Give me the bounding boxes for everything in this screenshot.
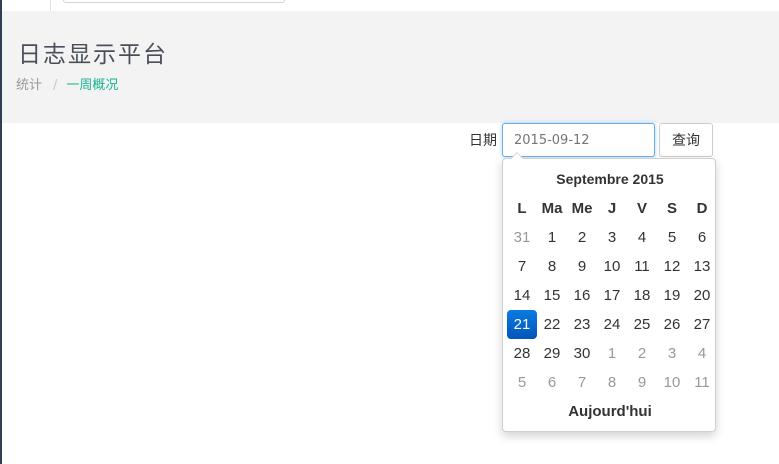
datepicker-grid: L Ma Me J V S D 31 1 2 3 4 5 6 7 8 9 10 11 12 13 14 15 16 17 18 19… xyxy=(507,194,717,397)
day-cell[interactable]: 18 xyxy=(627,281,657,310)
day-cell[interactable]: 6 xyxy=(687,223,717,252)
week-row: 28 29 30 1 2 3 4 xyxy=(507,339,717,368)
day-cell[interactable]: 4 xyxy=(687,339,717,368)
page-header: 日志显示平台 统计 / 一周概况 xyxy=(2,11,779,123)
day-cell[interactable]: 7 xyxy=(507,252,537,281)
day-cell[interactable]: 29 xyxy=(537,339,567,368)
day-cell[interactable]: 11 xyxy=(627,252,657,281)
day-cell[interactable]: 2 xyxy=(627,339,657,368)
query-button[interactable]: 查询 xyxy=(659,123,713,157)
day-cell[interactable]: 26 xyxy=(657,310,687,339)
day-cell[interactable]: 30 xyxy=(567,339,597,368)
weekday-label: D xyxy=(696,200,708,217)
day-cell[interactable]: 22 xyxy=(537,310,567,339)
weekday-label: J xyxy=(607,200,617,217)
day-cell[interactable]: 3 xyxy=(657,339,687,368)
weekday-label: Ma xyxy=(541,200,563,217)
breadcrumb-item-stats[interactable]: 统计 xyxy=(16,78,42,93)
week-row: 5 6 7 8 9 10 11 xyxy=(507,368,717,397)
day-cell[interactable]: 9 xyxy=(567,252,597,281)
day-cell[interactable]: 9 xyxy=(627,368,657,397)
day-cell-selected[interactable]: 21 xyxy=(507,310,537,339)
weekday-label: V xyxy=(636,200,647,217)
day-cell[interactable]: 3 xyxy=(597,223,627,252)
breadcrumb: 统计 / 一周概况 xyxy=(16,74,118,93)
date-input[interactable] xyxy=(502,123,655,157)
day-cell[interactable]: 1 xyxy=(537,223,567,252)
day-cell[interactable]: 8 xyxy=(597,368,627,397)
day-cell[interactable]: 17 xyxy=(597,281,627,310)
day-cell[interactable]: 2 xyxy=(567,223,597,252)
breadcrumb-item-weekly-overview: 一周概况 xyxy=(66,78,119,93)
day-cell[interactable]: 16 xyxy=(567,281,597,310)
day-cell[interactable]: 31 xyxy=(507,223,537,252)
day-cell[interactable]: 5 xyxy=(657,223,687,252)
week-row: 14 15 16 17 18 19 20 xyxy=(507,281,717,310)
day-cell[interactable]: 10 xyxy=(657,368,687,397)
day-cell[interactable]: 13 xyxy=(687,252,717,281)
today-button[interactable]: Aujourd'hui xyxy=(503,400,717,424)
datepicker-month-title[interactable]: Septembre 2015 xyxy=(503,167,717,191)
date-label: 日期 xyxy=(469,133,497,149)
day-cell[interactable]: 14 xyxy=(507,281,537,310)
day-cell[interactable]: 1 xyxy=(597,339,627,368)
day-cell[interactable]: 19 xyxy=(657,281,687,310)
day-cell[interactable]: 25 xyxy=(627,310,657,339)
weekday-label: L xyxy=(517,200,527,217)
page-title: 日志显示平台 xyxy=(18,42,168,68)
weekday-label: S xyxy=(666,200,677,217)
day-cell[interactable]: 8 xyxy=(537,252,567,281)
day-cell[interactable]: 12 xyxy=(657,252,687,281)
week-row: 31 1 2 3 4 5 6 xyxy=(507,223,717,252)
weekday-label: Me xyxy=(571,200,593,217)
top-search-input[interactable] xyxy=(63,0,285,3)
day-cell[interactable]: 15 xyxy=(537,281,567,310)
top-navbar xyxy=(2,0,779,11)
day-cell[interactable]: 6 xyxy=(537,368,567,397)
day-cell[interactable]: 5 xyxy=(507,368,537,397)
datepicker-dropdown: Septembre 2015 L Ma Me J V S D 31 1 2 3 4 5 6 7 8 9 10 11 1… xyxy=(502,152,717,432)
day-cell[interactable]: 4 xyxy=(627,223,657,252)
day-cell[interactable]: 23 xyxy=(567,310,597,339)
day-cell[interactable]: 28 xyxy=(507,339,537,368)
day-cell[interactable]: 11 xyxy=(687,368,717,397)
day-cell[interactable]: 24 xyxy=(597,310,627,339)
day-cell[interactable]: 10 xyxy=(597,252,627,281)
day-cell[interactable]: 7 xyxy=(567,368,597,397)
day-cell[interactable]: 27 xyxy=(687,310,717,339)
navbar-divider xyxy=(50,0,51,11)
week-row: 7 8 9 10 11 12 13 xyxy=(507,252,717,281)
day-cell[interactable]: 20 xyxy=(687,281,717,310)
breadcrumb-separator: / xyxy=(53,78,58,93)
week-row: 21 22 23 24 25 26 27 xyxy=(507,310,717,339)
weekday-header-row: L Ma Me J V S D xyxy=(507,194,717,223)
